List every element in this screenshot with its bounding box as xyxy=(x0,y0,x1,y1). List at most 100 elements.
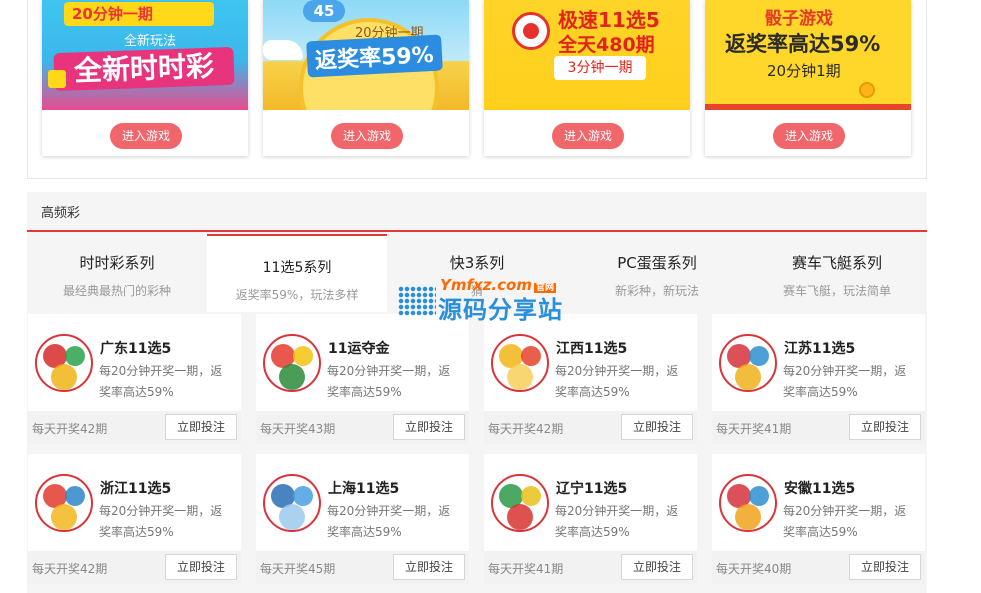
promo-line: 全新玩法 xyxy=(124,34,177,49)
tab-kuai3[interactable]: 快3系列 猜 xyxy=(387,233,567,310)
tab-subtitle: 猜 xyxy=(470,284,483,298)
game-card[interactable]: 广东11选5 每20分钟开奖一期，返奖率高达59% 每天开奖42期 立即投注 xyxy=(28,314,241,444)
promo-card-45[interactable]: 45 20分钟一期 返奖率59% 进入游戏 xyxy=(263,0,469,156)
tab-subtitle: 最经典最热门的彩种 xyxy=(62,284,171,298)
game-logo-icon[interactable] xyxy=(35,474,93,532)
enter-game-button[interactable]: 进入游戏 xyxy=(552,123,624,149)
daily-draws: 每天开奖45期 xyxy=(260,562,336,576)
logo-shape xyxy=(293,486,313,506)
game-logo-icon[interactable] xyxy=(263,474,321,532)
game-card-footer: 每天开奖45期 立即投注 xyxy=(256,551,469,584)
tab-title: PC蛋蛋系列 xyxy=(617,254,697,272)
daily-draws: 每天开奖43期 xyxy=(260,422,336,436)
game-card[interactable]: 辽宁11选5 每20分钟开奖一期，返奖率高达59% 每天开奖41期 立即投注 xyxy=(484,454,697,584)
promo-card-shishicai[interactable]: 20分钟一期 全新玩法 全新时时彩 进入游戏 xyxy=(42,0,248,156)
game-card[interactable]: 上海11选5 每20分钟开奖一期，返奖率高达59% 每天开奖45期 立即投注 xyxy=(256,454,469,584)
game-card-footer: 每天开奖41期 立即投注 xyxy=(712,411,925,444)
game-description: 每20分钟开奖一期，返奖率高达59% xyxy=(783,364,907,399)
game-card-footer: 每天开奖40期 立即投注 xyxy=(712,551,925,584)
daily-draws: 每天开奖42期 xyxy=(32,422,108,436)
bet-now-button[interactable]: 立即投注 xyxy=(393,414,465,440)
coin-icon xyxy=(859,82,875,98)
game-description: 每20分钟开奖一期，返奖率高达59% xyxy=(555,364,679,399)
promo-line: 20分钟一期 xyxy=(64,2,214,26)
game-card[interactable]: 11运夺金每20分钟开奖一期，返奖率高达59% 每天开奖43期 立即投注 xyxy=(256,314,469,444)
game-logo-icon[interactable] xyxy=(263,334,321,392)
tab-pc-dandan[interactable]: PC蛋蛋系列 新彩种，新玩法 xyxy=(567,233,747,310)
tab-11x5[interactable]: 11选5系列 返奖率59%，玩法多样 xyxy=(207,234,387,312)
bet-now-button[interactable]: 立即投注 xyxy=(849,414,921,440)
game-card-footer: 每天开奖42期 立即投注 xyxy=(28,411,241,444)
logo-shape xyxy=(749,486,769,506)
game-logo-icon[interactable] xyxy=(719,474,777,532)
tab-shishicai[interactable]: 时时彩系列 最经典最热门的彩种 xyxy=(27,233,207,310)
tab-subtitle: 新彩种，新玩法 xyxy=(614,284,699,298)
logo-shape xyxy=(293,346,313,366)
game-logo-icon[interactable] xyxy=(35,334,93,392)
daily-draws: 每天开奖40期 xyxy=(716,562,792,576)
logo-shape xyxy=(521,486,541,506)
bet-now-button[interactable]: 立即投注 xyxy=(393,554,465,580)
enter-game-button[interactable]: 进入游戏 xyxy=(331,123,403,149)
game-name[interactable]: 11运夺金 xyxy=(328,338,389,358)
promo-banner[interactable]: 20分钟一期 全新玩法 全新时时彩 xyxy=(42,0,248,110)
promo-line: 返奖率高达59% xyxy=(725,32,881,56)
game-name[interactable]: 浙江11选5 xyxy=(100,478,171,498)
game-card[interactable]: 江苏11选5 每20分钟开奖一期，返奖率高达59% 每天开奖41期 立即投注 xyxy=(712,314,925,444)
logo-shape xyxy=(51,364,77,390)
game-logo-icon[interactable] xyxy=(491,334,549,392)
promo-line: 全新时时彩 xyxy=(53,46,235,92)
promo-badge: 45 xyxy=(303,0,345,22)
game-name[interactable]: 安徽11选5 xyxy=(784,478,855,498)
promo-line: 20分钟1期 xyxy=(767,62,841,80)
promo-banner[interactable]: 极速11选5 全天480期 3分钟一期 xyxy=(484,0,690,110)
promo-card-jisu-11x5[interactable]: 极速11选5 全天480期 3分钟一期 进入游戏 xyxy=(484,0,690,156)
daily-draws: 每天开奖42期 xyxy=(488,422,564,436)
logo-shape xyxy=(521,346,541,366)
bet-now-button[interactable]: 立即投注 xyxy=(621,414,693,440)
tab-title: 11选5系列 xyxy=(262,260,332,276)
promo-card-dice[interactable]: 骰子游戏 返奖率高达59% 20分钟1期 进入游戏 xyxy=(705,0,911,156)
bet-now-button[interactable]: 立即投注 xyxy=(621,554,693,580)
daily-draws: 每天开奖41期 xyxy=(488,562,564,576)
promo-banner[interactable]: 骰子游戏 返奖率高达59% 20分钟1期 xyxy=(705,0,911,110)
game-card[interactable]: 江西11选5 每20分钟开奖一期，返奖率高达59% 每天开奖42期 立即投注 xyxy=(484,314,697,444)
tab-racing[interactable]: 赛车飞艇系列 赛车飞艇，玩法简单 xyxy=(747,233,927,310)
logo-shape xyxy=(735,504,761,530)
logo-shape xyxy=(507,504,533,530)
game-logo-icon[interactable] xyxy=(491,474,549,532)
daily-draws: 每天开奖41期 xyxy=(716,422,792,436)
enter-game-button[interactable]: 进入游戏 xyxy=(773,123,845,149)
game-description: 每20分钟开奖一期，返奖率高达59% xyxy=(327,364,451,399)
bet-now-button[interactable]: 立即投注 xyxy=(849,554,921,580)
game-logo-icon[interactable] xyxy=(719,334,777,392)
game-name[interactable]: 江苏11选5 xyxy=(784,338,855,358)
game-card-footer: 每天开奖41期 立即投注 xyxy=(484,551,697,584)
tab-title: 时时彩系列 xyxy=(79,254,155,272)
bet-now-button[interactable]: 立即投注 xyxy=(165,554,237,580)
lottery-ball-icon xyxy=(512,12,550,50)
tab-title: 快3系列 xyxy=(449,254,505,272)
lottery-lobby: 20分钟一期 全新玩法 全新时时彩 进入游戏 45 20分钟一期 返奖率59% … xyxy=(0,0,981,593)
tab-subtitle: 赛车飞艇，玩法简单 xyxy=(782,284,891,298)
game-description: 每20分钟开奖一期，返奖率高达59% xyxy=(783,504,907,539)
high-frequency-section: 高频彩 时时彩系列 最经典最热门的彩种 11选5系列 返奖率59%，玩法多样 快… xyxy=(27,192,927,593)
game-card[interactable]: 浙江11选5 每20分钟开奖一期，返奖率高达59% 每天开奖42期 立即投注 xyxy=(28,454,241,584)
bet-now-button[interactable]: 立即投注 xyxy=(165,414,237,440)
logo-shape xyxy=(51,504,77,530)
game-name[interactable]: 广东11选5 xyxy=(100,338,171,358)
game-name[interactable]: 辽宁11选5 xyxy=(556,478,627,498)
enter-game-button[interactable]: 进入游戏 xyxy=(110,123,182,149)
section-title: 高频彩 xyxy=(27,192,927,232)
promo-line: 全天480期 xyxy=(558,34,655,56)
badge-icon xyxy=(48,70,66,88)
promo-banner[interactable]: 45 20分钟一期 返奖率59% xyxy=(263,0,469,110)
game-card[interactable]: 安徽11选5 每20分钟开奖一期，返奖率高达59% 每天开奖40期 立即投注 xyxy=(712,454,925,584)
game-description: 每20分钟开奖一期，返奖率高达59% xyxy=(99,504,223,539)
logo-shape xyxy=(749,346,769,366)
game-name[interactable]: 江西11选5 xyxy=(556,338,627,358)
logo-shape xyxy=(65,346,85,366)
logo-shape xyxy=(65,486,85,506)
game-name[interactable]: 上海11选5 xyxy=(328,478,399,498)
game-card-footer: 每天开奖42期 立即投注 xyxy=(484,411,697,444)
